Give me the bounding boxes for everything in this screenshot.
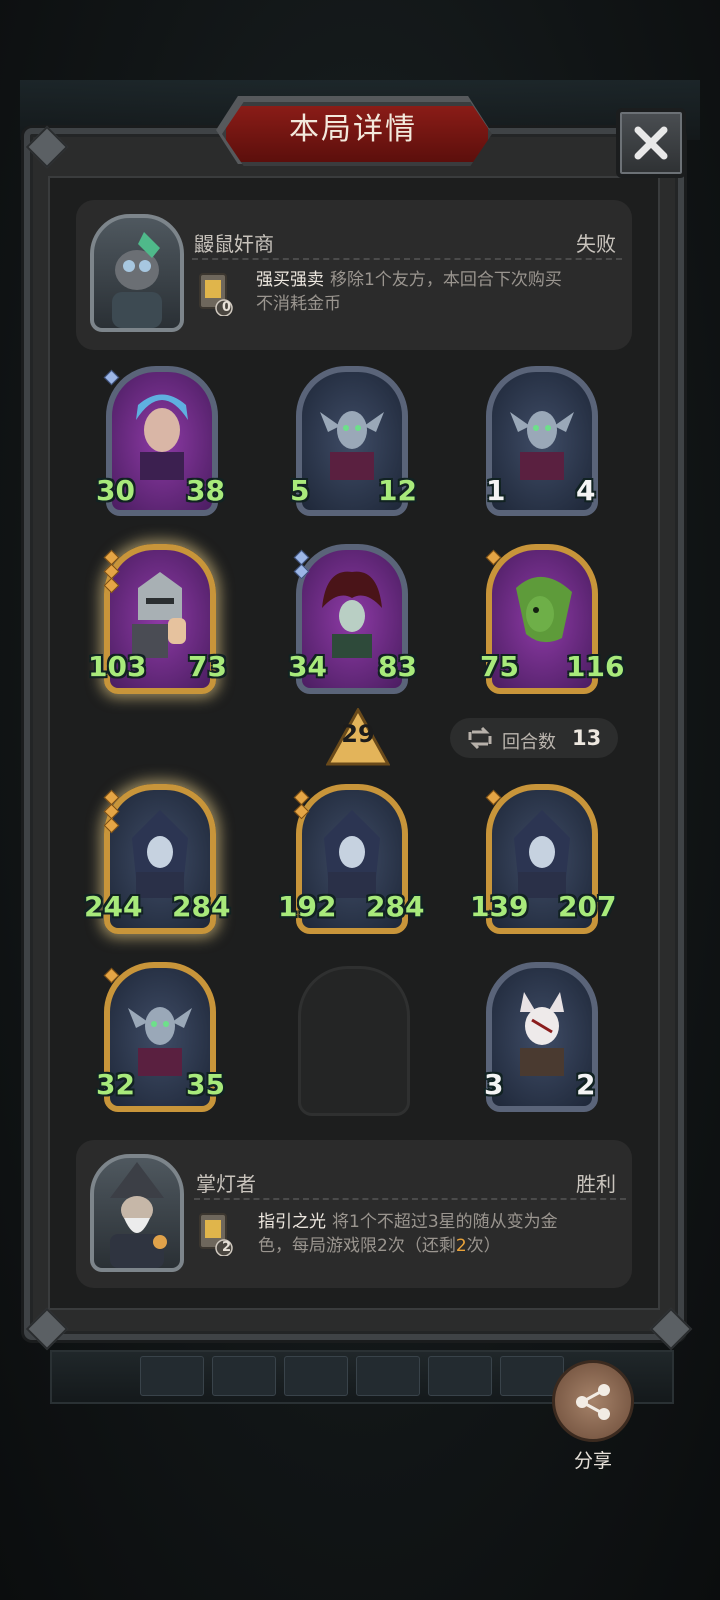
minion-attack: 32: [96, 1068, 135, 1101]
remaining-uses: 2: [455, 1236, 467, 1256]
minion-health: 284: [366, 890, 425, 923]
minion-health: 4: [576, 474, 596, 507]
divider: [192, 258, 622, 260]
minion-attack: 5: [290, 474, 310, 507]
opponent-skill-line1: 强买强卖 移除1个友方，本回合下次购买: [256, 268, 562, 292]
minion-health: 116: [566, 650, 625, 683]
opponent-name: 鼹鼠奸商: [194, 232, 274, 256]
opponent-skill-desc: 移除1个友方，本回合下次购买: [330, 270, 562, 290]
minion-health: 207: [558, 890, 617, 923]
minion-attack: 139: [470, 890, 529, 923]
player-portrait: [90, 1154, 184, 1272]
minion-attack: 34: [288, 650, 327, 683]
background-thumb: [140, 1356, 204, 1396]
minion-attack: 75: [480, 650, 519, 683]
minion-attack: 103: [88, 650, 147, 683]
share-label: 分享: [573, 1450, 612, 1472]
player-skill-line2: 色，每局游戏限2次（还剩2次）: [258, 1234, 501, 1258]
opponent-portrait: [90, 214, 184, 332]
rounds-value: 13: [572, 726, 602, 750]
background-thumb: [212, 1356, 276, 1396]
player-skill-desc: 将1个不超过3星的随从变为金: [332, 1212, 558, 1232]
share-icon: [576, 1384, 610, 1420]
background-thumb: [284, 1356, 348, 1396]
opponent-skill-line2: 不消耗金币: [256, 294, 341, 314]
empty-board-slot: [298, 966, 410, 1116]
opponent-result: 失败: [576, 232, 616, 256]
background-thumb: [356, 1356, 420, 1396]
player-skill-name: 指引之光: [258, 1212, 326, 1232]
minion-health: 73: [188, 650, 227, 683]
close-button[interactable]: [616, 108, 686, 178]
opponent-skill-badge: 0: [222, 300, 232, 315]
close-icon: [634, 126, 668, 160]
minion-health: 12: [378, 474, 417, 507]
background-thumb: [428, 1356, 492, 1396]
minion-health: 284: [172, 890, 231, 923]
minion-health: 2: [576, 1068, 596, 1101]
minion-attack: 3: [484, 1068, 504, 1101]
minion-health: 83: [378, 650, 417, 683]
player-result: 胜利: [576, 1172, 616, 1196]
minion-attack: 192: [278, 890, 337, 923]
divider: [194, 1198, 626, 1200]
player-skill-desc-part: 色，每局游戏限2次（还剩: [258, 1236, 456, 1256]
player-name: 掌灯者: [196, 1172, 256, 1196]
minion-health: 38: [186, 474, 225, 507]
rounds-label: 回合数: [502, 732, 556, 753]
player-skill-badge: 2: [222, 1240, 232, 1255]
player-skill-desc-part: 次）: [466, 1236, 501, 1256]
minion-attack: 1: [486, 474, 506, 507]
share-button[interactable]: [552, 1360, 634, 1442]
player-skill-line1: 指引之光 将1个不超过3星的随从变为金: [258, 1210, 558, 1234]
minion-attack: 244: [84, 890, 143, 923]
tavern-tier: 29: [341, 720, 375, 748]
minion-attack: 30: [96, 474, 135, 507]
panel-title: 本局详情: [289, 112, 417, 147]
opponent-skill-name: 强买强卖: [256, 270, 324, 290]
minion-health: 35: [186, 1068, 225, 1101]
cycle-arrows-icon: [468, 726, 492, 750]
